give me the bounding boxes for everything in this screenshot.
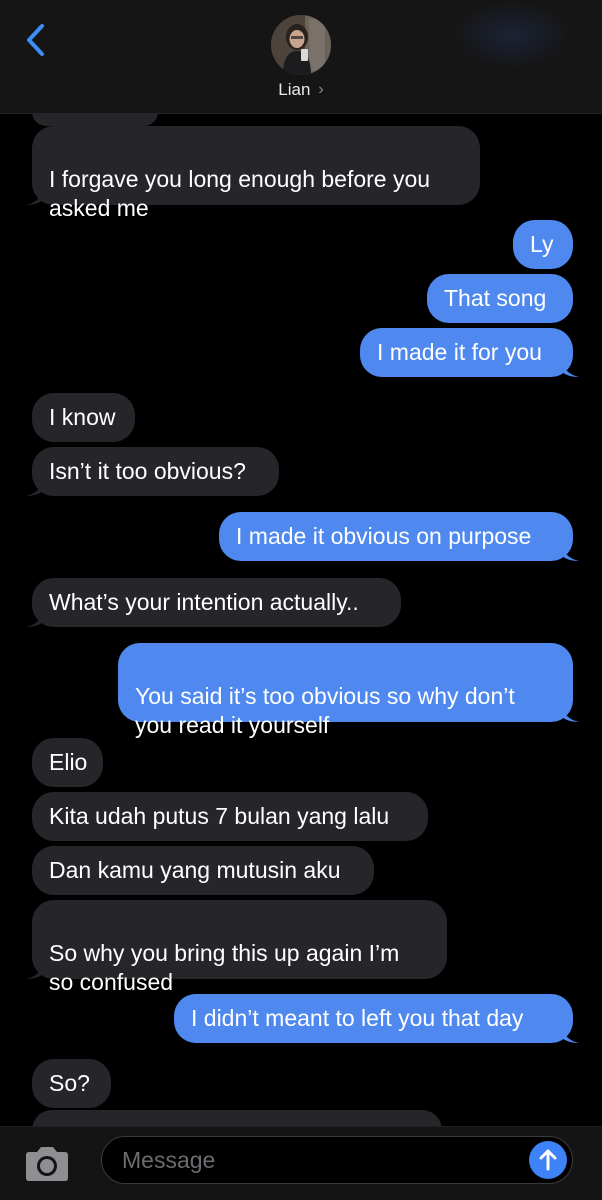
back-button[interactable]	[18, 20, 52, 60]
message-text: I know	[49, 404, 116, 430]
bubble-tail	[26, 961, 44, 979]
message-text: I forgave you long enough before you ask…	[49, 166, 431, 221]
message-text: I didn’t meant to left you that day	[191, 1005, 524, 1031]
message-sent[interactable]: I didn’t meant to left you that day	[174, 994, 579, 1043]
message-received[interactable]: I know	[32, 393, 135, 442]
message-received[interactable]: I forgave you long enough before you ask…	[26, 126, 480, 221]
message-text: Kita udah putus 7 bulan yang lalu	[49, 803, 390, 829]
messages-screen: I forgave you long enough before you ask…	[0, 0, 602, 1200]
message-text: You said it’s too obvious so why don’t y…	[135, 683, 515, 738]
message-input[interactable]	[101, 1136, 573, 1184]
message-sent[interactable]: You said it’s too obvious so why don’t y…	[118, 643, 579, 738]
message-received[interactable]: What’s your intention actually..	[26, 578, 401, 627]
bubble-tail	[26, 609, 44, 627]
message-sent[interactable]: That song	[427, 274, 573, 323]
message-text: I made it obvious on purpose	[236, 523, 532, 549]
message-text: Ly	[530, 231, 554, 257]
message-text: So why you bring this up again I’m so co…	[49, 940, 400, 995]
bubble-tail	[561, 704, 579, 722]
chevron-left-icon	[27, 24, 44, 56]
avatar[interactable]	[271, 15, 331, 75]
message-text: I made it for you	[377, 339, 542, 365]
message-received[interactable]: Isn’t it too obvious?	[26, 447, 279, 496]
message-text: Elio	[49, 749, 88, 775]
message-text: Isn’t it too obvious?	[49, 458, 246, 484]
avatar-photo	[271, 15, 331, 75]
message-sent[interactable]: I made it obvious on purpose	[219, 512, 579, 561]
message-text: So?	[49, 1070, 90, 1096]
bubble-tail	[561, 543, 579, 561]
bubble-tail	[26, 187, 44, 205]
message-text: What’s your intention actually..	[49, 589, 359, 615]
bubble-tail	[561, 359, 579, 377]
message-sent[interactable]: I made it for you	[360, 328, 579, 377]
message-received[interactable]: So why you bring this up again I’m so co…	[26, 900, 447, 995]
chevron-right-icon: ›	[318, 81, 324, 98]
message-text: That song	[444, 285, 547, 311]
header-glow	[452, 0, 572, 70]
contact-name-button[interactable]: Lian ›	[0, 78, 602, 102]
camera-icon	[26, 1147, 68, 1181]
message-text: Dan kamu yang mutusin aku	[49, 857, 341, 883]
arrow-up-icon	[539, 1149, 557, 1171]
send-button[interactable]	[529, 1141, 567, 1179]
message-received[interactable]: So?	[32, 1059, 111, 1108]
contact-name: Lian	[278, 80, 311, 99]
message-received[interactable]: Kita udah putus 7 bulan yang lalu	[32, 792, 428, 841]
bubble-tail	[561, 1025, 579, 1043]
conversation-header: Lian ›	[0, 0, 602, 114]
camera-button[interactable]	[22, 1145, 72, 1183]
message-sent[interactable]: Ly	[513, 220, 573, 269]
composer-bar	[0, 1126, 602, 1200]
bubble-tail	[26, 478, 44, 496]
message-received[interactable]: Elio	[32, 738, 103, 787]
message-received[interactable]: Dan kamu yang mutusin aku	[32, 846, 374, 895]
